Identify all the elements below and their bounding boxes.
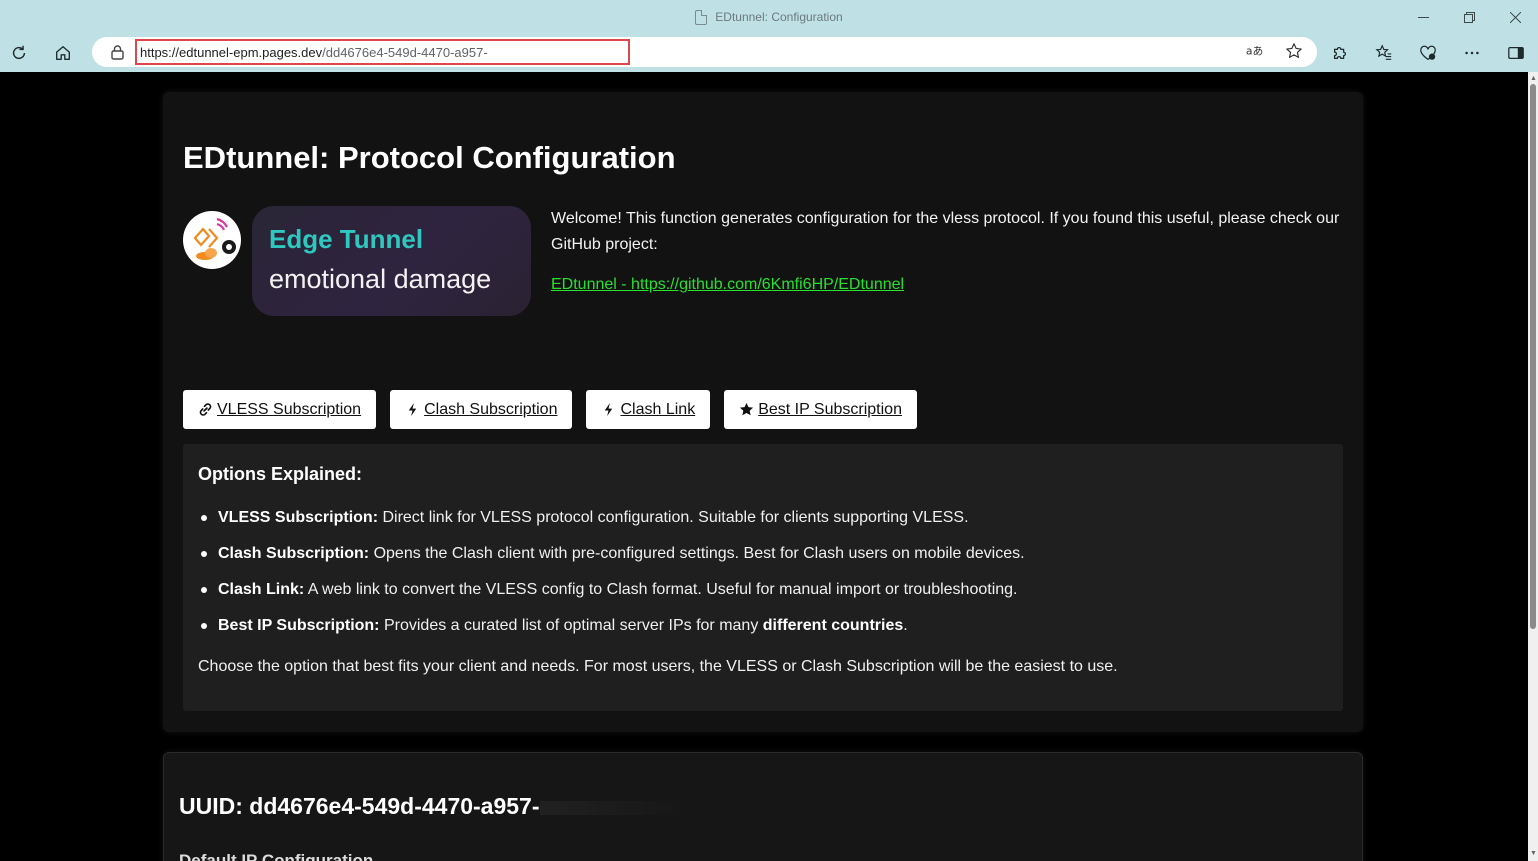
scroll-thumb[interactable] <box>1530 84 1536 629</box>
minimize-icon <box>1417 16 1429 18</box>
page-title: EDtunnel: Protocol Configuration <box>183 140 676 175</box>
vless-subscription-button[interactable]: VLESS Subscription <box>183 390 377 429</box>
list-item: Clash Subscription: Opens the Clash clie… <box>198 544 1025 580</box>
favorites-button[interactable] <box>1362 37 1406 69</box>
option-desc: Provides a curated list of optimal serve… <box>379 617 763 634</box>
banner-title: Edge Tunnel <box>269 224 424 254</box>
window-title: EDtunnel: Configuration <box>695 9 843 25</box>
heart-pulse-icon <box>1420 45 1436 61</box>
option-term: Clash Link: <box>218 581 305 598</box>
document-icon <box>695 9 708 25</box>
list-item: VLESS Subscription: Direct link for VLES… <box>198 508 1025 544</box>
config-card: EDtunnel: Protocol Configuration Edge Tu… <box>163 92 1363 732</box>
edge-tunnel-banner: Edge Tunnel emotional damage <box>252 206 531 316</box>
uuid-card: UUID: dd4676e4-549d-4470-a957- Default I… <box>163 752 1363 861</box>
best-ip-subscription-button[interactable]: Best IP Subscription <box>724 390 917 429</box>
title-bar: EDtunnel: Configuration <box>0 0 1538 34</box>
vless-subscription-label: VLESS Subscription <box>217 400 362 418</box>
redacted-uuid-tail <box>539 800 690 815</box>
home-button[interactable] <box>45 37 81 69</box>
url-path: /dd4676e4-549d-4470-a957- <box>322 44 488 60</box>
home-icon <box>56 46 70 60</box>
favorite-star-icon[interactable] <box>1285 42 1303 60</box>
lock-icon[interactable] <box>110 44 125 60</box>
clash-link-button[interactable]: Clash Link <box>586 390 711 429</box>
uuid-text: UUID: dd4676e4-549d-4470-a957- <box>179 793 540 819</box>
page-scrollbar[interactable]: ▲ ▼ <box>1528 72 1538 861</box>
option-desc: A web link to convert the VLESS config t… <box>304 581 1018 598</box>
sidebar-toggle-button[interactable] <box>1494 37 1538 69</box>
option-term: Best IP Subscription: <box>218 617 380 634</box>
bolt-icon <box>408 402 417 417</box>
options-list: VLESS Subscription: Direct link for VLES… <box>198 508 1025 652</box>
refresh-button[interactable] <box>1 37 37 69</box>
sidebar-icon <box>1508 46 1524 60</box>
minimize-button[interactable] <box>1400 0 1446 34</box>
list-item: Clash Link: A web link to convert the VL… <box>198 580 1025 616</box>
options-explained-panel: Options Explained: VLESS Subscription: D… <box>183 444 1343 711</box>
options-footer: Choose the option that best fits your cl… <box>198 658 1118 675</box>
subscription-buttons: VLESS Subscription Clash Subscription Cl… <box>183 390 917 429</box>
best-ip-subscription-label: Best IP Subscription <box>758 400 902 418</box>
star-icon <box>740 402 754 416</box>
read-aloud-translate-icon[interactable]: aあ <box>1245 42 1263 60</box>
option-term: VLESS Subscription: <box>218 509 379 526</box>
option-term: Clash Subscription: <box>218 545 370 562</box>
uuid-heading: UUID: dd4676e4-549d-4470-a957- <box>179 793 690 820</box>
github-link[interactable]: EDtunnel - https://github.com/6Kmfi6HP/E… <box>551 276 904 294</box>
section-heading: Default IP Configuration <box>179 851 374 861</box>
puzzle-icon <box>1333 46 1347 60</box>
clash-subscription-button[interactable]: Clash Subscription <box>390 390 573 429</box>
browser-essentials-button[interactable] <box>1406 37 1450 69</box>
extensions-button[interactable] <box>1318 37 1362 69</box>
scroll-down-icon[interactable]: ▼ <box>1530 850 1537 857</box>
ellipsis-icon <box>1465 51 1479 55</box>
address-bar[interactable]: https://edtunnel-epm.pages.dev/dd4676e4-… <box>92 37 1317 67</box>
more-menu-button[interactable] <box>1450 37 1494 69</box>
option-emphasis: different countries <box>762 617 904 634</box>
refresh-icon <box>12 45 26 60</box>
scroll-up-icon[interactable]: ▲ <box>1530 75 1537 82</box>
browser-toolbar: https://edtunnel-epm.pages.dev/dd4676e4-… <box>0 34 1538 72</box>
restore-button[interactable] <box>1446 0 1492 34</box>
options-title: Options Explained: <box>198 464 363 484</box>
clash-link-label: Clash Link <box>620 400 696 418</box>
svg-text:aあ: aあ <box>1246 45 1263 58</box>
restore-icon <box>1463 11 1475 23</box>
banner-subtitle: emotional damage <box>269 264 492 294</box>
window-title-text: EDtunnel: Configuration <box>715 10 843 24</box>
url-main: https://edtunnel-epm.pages.dev <box>140 44 323 60</box>
welcome-text: Welcome! This function generates configu… <box>551 210 1340 253</box>
close-icon <box>1509 11 1521 23</box>
list-item: Best IP Subscription: Provides a curated… <box>198 616 1025 652</box>
favorites-list-icon <box>1375 44 1392 60</box>
clash-subscription-label: Clash Subscription <box>424 400 558 418</box>
option-tail: . <box>903 617 908 634</box>
cloudflare-logo <box>183 211 241 269</box>
link-icon <box>199 403 212 416</box>
url-highlight[interactable]: https://edtunnel-epm.pages.dev/dd4676e4-… <box>135 39 630 65</box>
option-desc: Direct link for VLESS protocol configura… <box>378 509 969 526</box>
option-desc: Opens the Clash client with pre-configur… <box>369 545 1025 562</box>
window-controls <box>1400 0 1538 34</box>
bolt-icon <box>605 402 613 417</box>
page-viewport: EDtunnel: Protocol Configuration Edge Tu… <box>0 72 1528 861</box>
close-window-button[interactable] <box>1492 0 1538 34</box>
edtunnel-logo-icon <box>193 217 236 260</box>
